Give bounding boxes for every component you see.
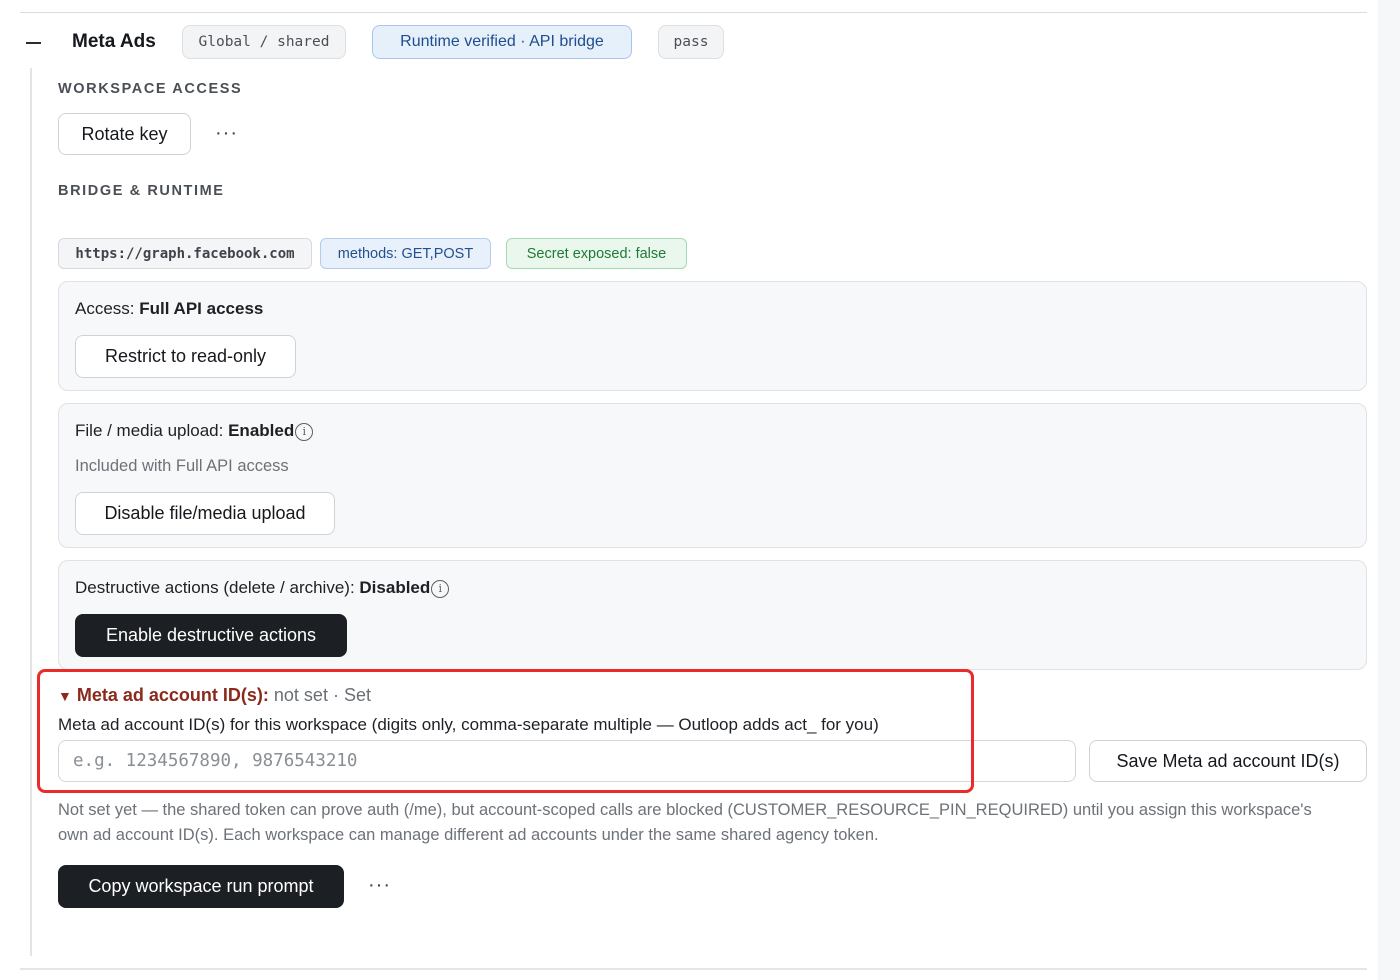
access-card: Access: Full API access Restrict to read…	[58, 281, 1367, 391]
integration-title: Meta Ads	[72, 31, 156, 52]
section-guide-line	[30, 68, 32, 956]
save-ad-account-button[interactable]: Save Meta ad account ID(s)	[1089, 740, 1367, 782]
copy-run-prompt-button[interactable]: Copy workspace run prompt	[58, 865, 344, 908]
collapse-minus-icon[interactable]	[26, 42, 41, 44]
upload-value: Enabled	[228, 421, 295, 440]
access-value: Full API access	[139, 299, 264, 318]
secret-exposed-pill: Secret exposed: false	[506, 238, 687, 269]
top-divider	[20, 12, 1367, 13]
pass-chip: pass	[658, 25, 724, 59]
ad-account-summary-toggle[interactable]: ▼ Meta ad account ID(s): not set · Set	[58, 685, 371, 706]
destructive-prefix: Destructive actions (delete / archive):	[75, 578, 360, 597]
upload-info-icon[interactable]: i	[295, 422, 314, 441]
access-line: Access: Full API access	[75, 299, 263, 319]
ad-account-id-input[interactable]	[58, 740, 1076, 782]
access-prefix: Access:	[75, 299, 140, 318]
ad-account-note: Not set yet — the shared token can prove…	[58, 801, 1312, 844]
methods-pill: methods: GET,POST	[320, 238, 491, 269]
scope-chip: Global / shared	[182, 25, 346, 59]
upload-card: File / media upload: Enabled i Included w…	[58, 403, 1367, 548]
bridge-url-pill: https://graph.facebook.com	[58, 238, 312, 269]
ad-account-helper-text: Meta ad account ID(s) for this workspace…	[58, 715, 879, 734]
destructive-card: Destructive actions (delete / archive): …	[58, 560, 1367, 670]
destructive-info-icon[interactable]: i	[431, 579, 450, 598]
restrict-read-only-button[interactable]: Restrict to read-only	[75, 335, 296, 378]
runtime-status-chip: Runtime verified · API bridge	[372, 25, 632, 59]
ad-account-state: not set · Set	[268, 685, 371, 705]
rotate-key-button[interactable]: Rotate key	[58, 113, 191, 155]
bottom-divider	[20, 968, 1367, 970]
bridge-runtime-label: BRIDGE & RUNTIME	[58, 183, 225, 199]
destructive-value: Disabled	[359, 578, 431, 597]
caret-down-icon: ▼	[58, 688, 72, 704]
ad-account-label: Meta ad account ID(s):	[76, 685, 269, 705]
workspace-access-label: WORKSPACE ACCESS	[58, 81, 243, 97]
scrollbar-track[interactable]	[1378, 0, 1400, 980]
destructive-line: Destructive actions (delete / archive): …	[75, 578, 450, 598]
upload-prefix: File / media upload:	[75, 421, 229, 440]
disable-upload-button[interactable]: Disable file/media upload	[75, 492, 335, 535]
footer-more-icon[interactable]: ···	[368, 875, 391, 895]
enable-destructive-button[interactable]: Enable destructive actions	[75, 614, 347, 657]
upload-line: File / media upload: Enabled i	[75, 421, 314, 441]
workspace-more-icon[interactable]: ···	[215, 123, 238, 143]
upload-note: Included with Full API access	[75, 457, 289, 475]
